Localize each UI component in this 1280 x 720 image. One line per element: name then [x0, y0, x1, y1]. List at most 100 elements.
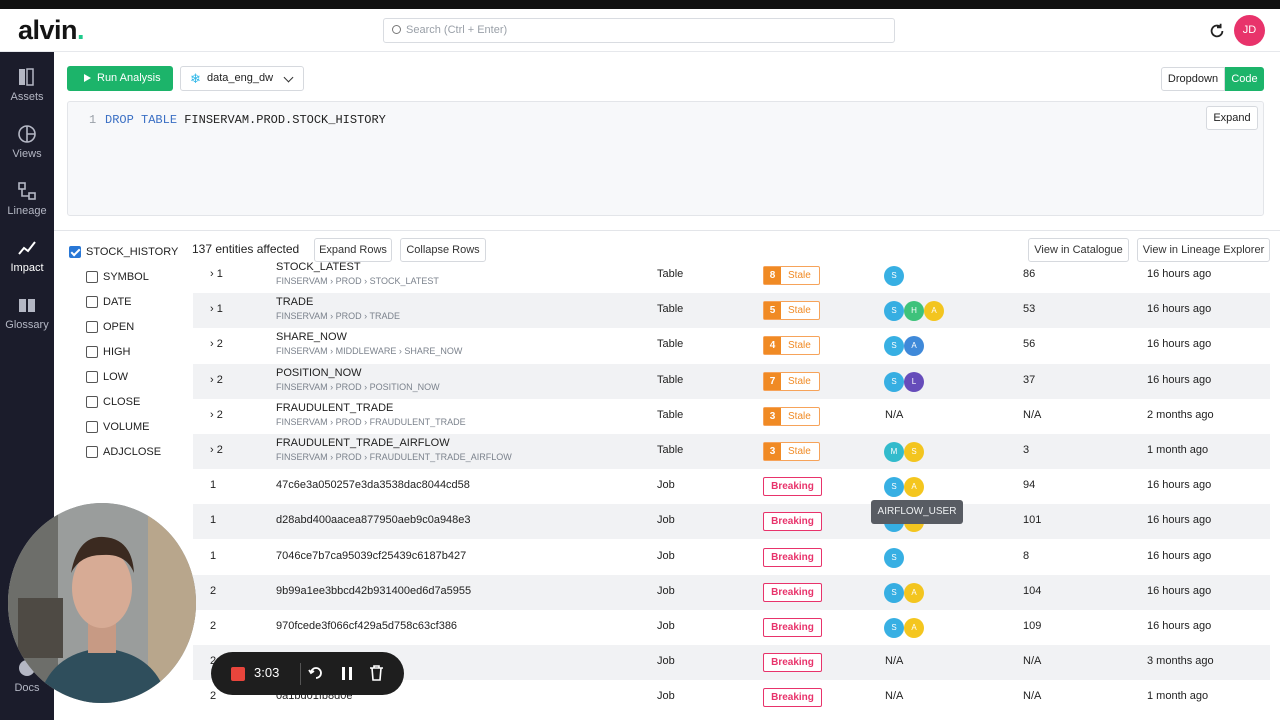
- dropdown-mode-button[interactable]: Dropdown: [1161, 67, 1225, 91]
- table-row[interactable]: 1 47c6e3a050257e3da3538dac8044cd58 Job Brea…: [193, 469, 1270, 504]
- checkbox[interactable]: [86, 421, 98, 433]
- column-checkbox-item[interactable]: OPEN: [86, 321, 134, 333]
- column-checkbox-item[interactable]: DATE: [86, 296, 132, 308]
- table-checkbox-item[interactable]: STOCK_HISTORY: [69, 246, 178, 258]
- owner-avatar[interactable]: A: [924, 301, 944, 322]
- owner-avatar[interactable]: A: [904, 336, 924, 357]
- table-row[interactable]: 1 d28abd400aacea877950aeb9c0a948e3 Job Brea…: [193, 504, 1270, 540]
- code-mode-button[interactable]: Code: [1225, 67, 1264, 91]
- nav-item-lineage[interactable]: Lineage: [0, 181, 54, 217]
- entity-name[interactable]: FRAUDULENT_TRADE: [276, 402, 466, 414]
- entity-name[interactable]: TRADE: [276, 296, 400, 308]
- checkbox[interactable]: [86, 446, 98, 458]
- owner-avatar[interactable]: S: [884, 371, 904, 392]
- entity-name[interactable]: FRAUDULENT_TRADE_AIRFLOW: [276, 437, 512, 449]
- column-checkbox-item[interactable]: LOW: [86, 371, 128, 383]
- sql-statement[interactable]: DROP TABLE FINSERVAM.PROD.STOCK_HISTORY: [105, 113, 386, 127]
- column-checkbox-item[interactable]: ADJCLOSE: [86, 446, 161, 458]
- checkbox-checked[interactable]: [69, 246, 81, 258]
- table-row[interactable]: › 2 POSITION_NOW FINSERVAM › PROD › POSITI…: [193, 363, 1270, 399]
- entity-name-cell[interactable]: TRADE FINSERVAM › PROD › TRADE: [276, 296, 400, 321]
- entity-name[interactable]: POSITION_NOW: [276, 367, 440, 379]
- nav-item-assets[interactable]: Assets: [0, 67, 54, 103]
- stop-recording-button[interactable]: [231, 667, 245, 681]
- nav-item-impact[interactable]: Impact: [0, 238, 54, 274]
- entity-name-cell[interactable]: 47c6e3a050257e3da3538dac8044cd58: [276, 479, 470, 491]
- owner-avatar[interactable]: S: [884, 301, 904, 322]
- table-row[interactable]: › 1 STOCK_LATEST FINSERVAM › PROD › STOCK_…: [193, 262, 1270, 293]
- entity-name-cell[interactable]: SHARE_NOW FINSERVAM › MIDDLEWARE › SHARE_…: [276, 331, 462, 356]
- expand-rows-button[interactable]: Expand Rows: [314, 238, 392, 262]
- row-level[interactable]: › 1: [210, 268, 223, 280]
- user-avatar[interactable]: JD: [1234, 15, 1265, 46]
- database-select[interactable]: ❄ data_eng_dw: [180, 66, 304, 91]
- checkbox[interactable]: [86, 371, 98, 383]
- entity-name[interactable]: 47c6e3a050257e3da3538dac8044cd58: [276, 479, 470, 491]
- owner-avatar[interactable]: S: [904, 442, 924, 462]
- nav-item-views[interactable]: Views: [0, 124, 54, 160]
- row-level[interactable]: › 2: [210, 409, 223, 421]
- owner-avatar[interactable]: S: [884, 547, 904, 568]
- pause-icon[interactable]: [340, 666, 354, 681]
- entity-name[interactable]: 970fcede3f066cf429a5d758c63cf386: [276, 620, 457, 632]
- table-row[interactable]: › 1 TRADE FINSERVAM › PROD › TRADE Table 5 St…: [193, 293, 1270, 329]
- owner-avatar[interactable]: S: [884, 477, 904, 498]
- row-level[interactable]: › 2: [210, 444, 223, 456]
- entity-name-cell[interactable]: FRAUDULENT_TRADE_AIRFLOW FINSERVAM › PROD…: [276, 437, 512, 462]
- column-checkbox-item[interactable]: SYMBOL: [86, 271, 149, 283]
- entity-name[interactable]: d28abd400aacea877950aeb9c0a948e3: [276, 514, 471, 526]
- entity-name[interactable]: SHARE_NOW: [276, 331, 462, 343]
- owner-avatar[interactable]: A: [904, 477, 924, 498]
- view-in-catalogue-button[interactable]: View in Catalogue: [1028, 238, 1129, 262]
- delete-icon[interactable]: [369, 665, 384, 681]
- owner-avatar[interactable]: A: [904, 618, 924, 638]
- checkbox[interactable]: [86, 321, 98, 333]
- column-checkbox-item[interactable]: CLOSE: [86, 396, 140, 408]
- expand-editor-button[interactable]: Expand: [1206, 106, 1258, 130]
- view-in-lineage-explorer-button[interactable]: View in Lineage Explorer: [1137, 238, 1270, 262]
- owner-avatar[interactable]: S: [884, 266, 904, 286]
- entity-name-cell[interactable]: 7046ce7b7ca95039cf25439c6187b427: [276, 550, 466, 562]
- collapse-rows-button[interactable]: Collapse Rows: [400, 238, 486, 262]
- row-level[interactable]: › 1: [210, 303, 223, 315]
- alvin-logo[interactable]: alvin.: [18, 15, 85, 46]
- entity-name-cell[interactable]: 9b99a1ee3bbcd42b931400ed6d7a5955: [276, 585, 471, 597]
- refresh-icon[interactable]: [1208, 22, 1226, 40]
- breaking-badge: Breaking: [763, 512, 822, 532]
- entity-name-cell[interactable]: d28abd400aacea877950aeb9c0a948e3: [276, 514, 471, 526]
- entity-name-cell[interactable]: STOCK_LATEST FINSERVAM › PROD › STOCK_LAT…: [276, 262, 439, 286]
- checkbox[interactable]: [86, 271, 98, 283]
- column-checkbox-item[interactable]: HIGH: [86, 346, 131, 358]
- owner-avatar[interactable]: L: [904, 371, 924, 392]
- table-row[interactable]: 2 9b99a1ee3bbcd42b931400ed6d7a5955 Job Brea…: [193, 574, 1270, 610]
- column-checkbox-item[interactable]: VOLUME: [86, 421, 149, 433]
- entity-name[interactable]: 9b99a1ee3bbcd42b931400ed6d7a5955: [276, 585, 471, 597]
- entity-name[interactable]: 7046ce7b7ca95039cf25439c6187b427: [276, 550, 466, 562]
- table-row[interactable]: › 2 FRAUDULENT_TRADE_AIRFLOW FINSERVAM › P…: [193, 434, 1270, 469]
- row-level[interactable]: › 2: [210, 338, 223, 350]
- sql-editor[interactable]: 1 DROP TABLE FINSERVAM.PROD.STOCK_HISTOR…: [67, 101, 1264, 216]
- checkbox[interactable]: [86, 396, 98, 408]
- checkbox[interactable]: [86, 346, 98, 358]
- owner-avatar[interactable]: H: [904, 301, 924, 322]
- entity-name-cell[interactable]: POSITION_NOW FINSERVAM › PROD › POSITION_…: [276, 367, 440, 392]
- entity-name-cell[interactable]: 970fcede3f066cf429a5d758c63cf386: [276, 620, 457, 632]
- entity-name-cell[interactable]: FRAUDULENT_TRADE FINSERVAM › PROD › FRAUD…: [276, 402, 466, 427]
- row-level[interactable]: › 2: [210, 374, 223, 386]
- owner-avatar[interactable]: A: [904, 582, 924, 603]
- owner-avatar[interactable]: M: [884, 442, 904, 462]
- owner-avatar[interactable]: S: [884, 582, 904, 603]
- search-input[interactable]: Search (Ctrl + Enter): [383, 18, 895, 43]
- restart-icon[interactable]: [308, 665, 324, 681]
- table-row[interactable]: 2 970fcede3f066cf429a5d758c63cf386 Job Brea…: [193, 610, 1270, 645]
- entity-name[interactable]: STOCK_LATEST: [276, 262, 439, 273]
- table-row[interactable]: › 2 FRAUDULENT_TRADE FINSERVAM › PROD › FR…: [193, 399, 1270, 434]
- table-row[interactable]: 1 7046ce7b7ca95039cf25439c6187b427 Job Brea…: [193, 540, 1270, 575]
- entity-path: FINSERVAM › PROD › FRAUDULENT_TRADE: [276, 416, 466, 427]
- checkbox[interactable]: [86, 296, 98, 308]
- table-row[interactable]: › 2 SHARE_NOW FINSERVAM › MIDDLEWARE › SHA…: [193, 328, 1270, 363]
- owner-avatar[interactable]: S: [884, 336, 904, 357]
- nav-item-glossary[interactable]: Glossary: [0, 295, 54, 331]
- owner-avatar[interactable]: S: [884, 618, 904, 638]
- run-analysis-button[interactable]: Run Analysis: [67, 66, 173, 91]
